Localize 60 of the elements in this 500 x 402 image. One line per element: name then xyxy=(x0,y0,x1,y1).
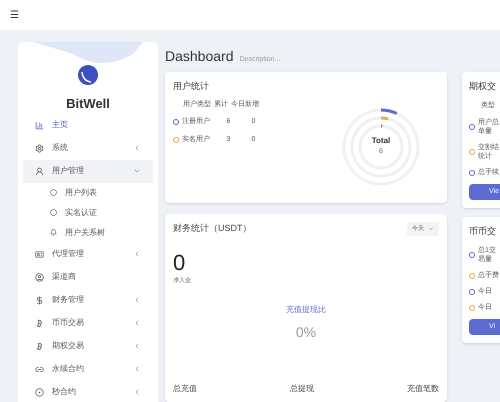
sidebar-item-label: 主页 xyxy=(52,119,69,131)
dollar-icon xyxy=(35,296,44,304)
chevron-icon xyxy=(133,342,141,350)
bell-icon xyxy=(50,229,57,236)
sidebar-item-label: 永续合约 xyxy=(52,363,85,375)
bar-chart-icon xyxy=(35,120,44,130)
sidebar-item[interactable]: 币币交易 xyxy=(23,312,153,334)
sidebar-item[interactable]: 系统 xyxy=(23,136,153,160)
sidebar-item-label: 用户管理 xyxy=(52,165,85,177)
bitcoin-icon xyxy=(35,342,44,350)
chevron-icon xyxy=(133,250,141,258)
sidebar-item-label: 秒合约 xyxy=(52,386,77,398)
net-amount: 0 xyxy=(173,252,186,274)
chevron-icon xyxy=(133,365,141,373)
user-icon xyxy=(35,166,44,176)
caret-icon xyxy=(428,226,434,232)
brand-name: BitWell xyxy=(66,95,110,113)
chevron-icon xyxy=(133,388,141,396)
chevron-icon xyxy=(133,296,141,304)
card-title: 币币交 xyxy=(469,225,497,238)
sidebar-item[interactable]: 财务管理 xyxy=(23,288,153,312)
menu-button[interactable]: ☰ xyxy=(10,8,19,22)
sidebar-item-label: 期权交易 xyxy=(52,340,85,352)
link-icon xyxy=(35,364,44,374)
card-title: 用户统计 xyxy=(173,80,210,93)
stat-label: 总提现 xyxy=(290,383,314,395)
circle-icon xyxy=(50,209,57,216)
stat-label: 总充值 xyxy=(173,383,197,395)
sidebar-item-label: 代理管理 xyxy=(52,248,85,260)
sidebar-item[interactable]: 主页 xyxy=(23,114,153,136)
sidebar-item-label: 系统 xyxy=(52,142,69,154)
card-title: 财务统计（USDT） xyxy=(173,222,252,236)
user-circle-icon xyxy=(35,272,44,282)
sidebar-item[interactable]: 代理管理 xyxy=(23,242,153,266)
chevron-icon xyxy=(133,144,141,152)
id-card-icon xyxy=(35,250,44,258)
ratio-value: 0% xyxy=(296,323,316,342)
sidebar-item-label: 币币交易 xyxy=(52,317,85,329)
bitcoin-icon xyxy=(35,318,44,328)
sidebar-item-label: 渠道商 xyxy=(52,271,77,283)
submenu-item[interactable]: 用户关系树 xyxy=(18,222,158,242)
circle-icon xyxy=(50,189,57,196)
sidebar-item[interactable]: 秒合约 xyxy=(23,380,153,402)
target-icon xyxy=(35,388,44,396)
sidebar-item[interactable]: 用户管理 xyxy=(23,160,153,182)
page-title: Dashboard xyxy=(165,47,234,66)
chevron-icon xyxy=(133,167,141,175)
logo-icon xyxy=(77,64,99,86)
sidebar-item[interactable]: 期权交易 xyxy=(23,334,153,358)
chevron-icon xyxy=(133,319,141,327)
ratio-label: 充值提现比 xyxy=(286,304,326,316)
sidebar-item[interactable]: 永续合约 xyxy=(23,358,153,380)
total-label: Total xyxy=(372,135,390,148)
stat-label: 充值笔数 xyxy=(407,383,439,395)
sidebar-item[interactable]: 渠道商 xyxy=(23,266,153,288)
settings-icon xyxy=(35,144,44,152)
card-title: 期权交 xyxy=(469,80,497,93)
submenu-item[interactable]: 用户列表 xyxy=(18,182,158,202)
sidebar-item-label: 财务管理 xyxy=(52,294,85,306)
submenu-item[interactable]: 实名认证 xyxy=(18,202,158,222)
